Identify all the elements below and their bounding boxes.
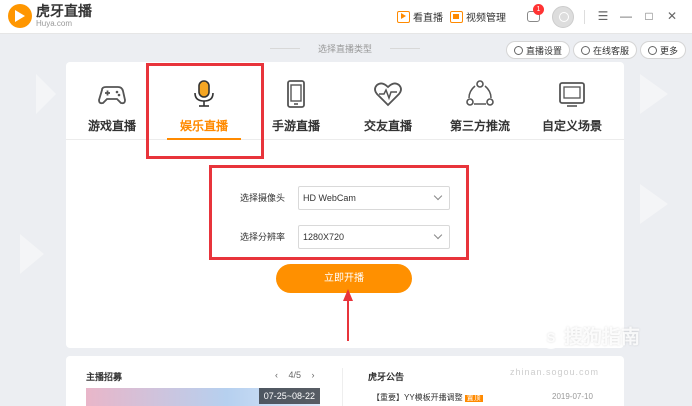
watch-live-link[interactable]: 看直播 xyxy=(397,9,443,24)
tab-third-party-stream[interactable]: 第三方推流 xyxy=(434,62,526,140)
live-settings-label: 直播设置 xyxy=(526,45,563,56)
avatar[interactable] xyxy=(552,6,574,28)
tab-label: 手游直播 xyxy=(271,119,320,133)
watch-live-label: 看直播 xyxy=(413,13,443,24)
microphone-icon xyxy=(194,80,214,107)
pager-prev-button[interactable]: ‹ xyxy=(275,370,278,380)
live-type-title: 选择直播类型 xyxy=(250,42,440,55)
camera-row: 选择摄像头 HD WebCam xyxy=(240,186,450,210)
watermark-brand: S 搜狗指南 xyxy=(540,322,640,349)
main-panel: 游戏直播 娱乐直播 手游直播 交友直播 第三方推流 自定义场景 选择摄像头 HD… xyxy=(66,62,624,348)
huya-logo-icon xyxy=(8,4,32,28)
tab-label: 游戏直播 xyxy=(87,119,136,133)
headset-icon xyxy=(581,45,590,55)
logo-domain: Huya.com xyxy=(36,19,73,28)
banner-date: 07-25~08-22 xyxy=(258,388,320,404)
gear-icon xyxy=(514,45,523,55)
close-button[interactable]: ✕ xyxy=(664,8,680,24)
watermark-brand-text: 搜狗指南 xyxy=(564,327,641,348)
tab-custom-scene[interactable]: 自定义场景 xyxy=(526,62,618,140)
active-tab-underline xyxy=(167,138,241,140)
tab-game-live[interactable]: 游戏直播 xyxy=(66,62,158,140)
chevron-down-icon xyxy=(433,230,443,240)
notice-date: 2019-07-10 xyxy=(552,392,593,401)
menu-icon[interactable]: ☰ xyxy=(595,8,611,24)
gamepad-icon xyxy=(98,86,126,105)
resolution-select[interactable]: 1280X720 xyxy=(298,225,450,249)
tab-label: 交友直播 xyxy=(363,119,412,133)
tab-entertainment-live[interactable]: 娱乐直播 xyxy=(158,62,250,140)
pager-current: 4/5 xyxy=(288,370,302,380)
video-manage-link[interactable]: 视频管理 xyxy=(450,9,506,24)
online-service-label: 在线客服 xyxy=(593,45,630,56)
pager-next-button[interactable]: › xyxy=(312,370,315,380)
minimize-button[interactable]: — xyxy=(618,8,634,24)
title-bar: 虎牙直播 Huya.com 看直播 视频管理 1 ☰ — □ ✕ xyxy=(0,0,692,34)
notice-title: 虎牙公告 xyxy=(368,372,405,382)
maximize-button[interactable]: □ xyxy=(641,8,657,24)
recruit-pager: ‹ 4/5 › xyxy=(271,370,319,380)
app-logo: 虎牙直播 Huya.com xyxy=(8,4,92,28)
heart-icon xyxy=(374,82,402,107)
play-icon xyxy=(397,10,410,23)
notice-item[interactable]: 【重要】YY模板开播调整 置顶 xyxy=(372,392,483,403)
online-service-button[interactable]: 在线客服 xyxy=(573,41,638,59)
more-button[interactable]: 更多 xyxy=(640,41,687,59)
sogou-logo-icon: S xyxy=(540,326,562,349)
divider xyxy=(342,368,343,406)
annotation-arrow-head xyxy=(343,289,353,301)
resolution-value: 1280X720 xyxy=(303,232,345,242)
tab-social-live[interactable]: 交友直播 xyxy=(342,62,434,140)
sub-header: 选择直播类型 直播设置 在线客服 更多 xyxy=(0,34,692,62)
video-icon xyxy=(450,10,463,23)
video-manage-label: 视频管理 xyxy=(466,13,506,24)
recruit-banner[interactable]: 07-25~08-22 xyxy=(86,388,320,406)
notice-tag: 置顶 xyxy=(464,395,483,402)
bottom-panel: 主播招募 ‹ 4/5 › 07-25~08-22 虎牙公告 【重要】YY模板开播… xyxy=(66,356,624,406)
notice-text: 【重要】YY模板开播调整 xyxy=(372,393,463,402)
camera-label: 选择摄像头 xyxy=(240,193,286,203)
live-settings-button[interactable]: 直播设置 xyxy=(506,41,571,59)
more-icon xyxy=(648,45,657,55)
phone-icon xyxy=(287,80,305,108)
tab-label: 娱乐直播 xyxy=(179,119,228,133)
live-type-tabs: 游戏直播 娱乐直播 手游直播 交友直播 第三方推流 自定义场景 xyxy=(66,62,624,140)
annotation-arrow xyxy=(347,299,349,341)
recruit-title: 主播招募 xyxy=(86,372,123,382)
divider xyxy=(584,10,585,24)
resolution-row: 选择分辨率 1280X720 xyxy=(240,225,450,249)
tab-mobile-game-live[interactable]: 手游直播 xyxy=(250,62,342,140)
monitor-icon xyxy=(559,82,585,107)
more-label: 更多 xyxy=(660,45,679,56)
message-badge: 1 xyxy=(533,4,544,15)
logo-title: 虎牙直播 xyxy=(36,3,92,19)
share-icon xyxy=(466,80,494,106)
resolution-label: 选择分辨率 xyxy=(240,232,286,242)
camera-select[interactable]: HD WebCam xyxy=(298,186,450,210)
camera-value: HD WebCam xyxy=(303,193,356,203)
tab-label: 第三方推流 xyxy=(449,119,510,133)
tab-label: 自定义场景 xyxy=(541,119,602,133)
watermark-url: zhinan.sogou.com xyxy=(510,367,600,377)
chevron-down-icon xyxy=(433,191,443,201)
